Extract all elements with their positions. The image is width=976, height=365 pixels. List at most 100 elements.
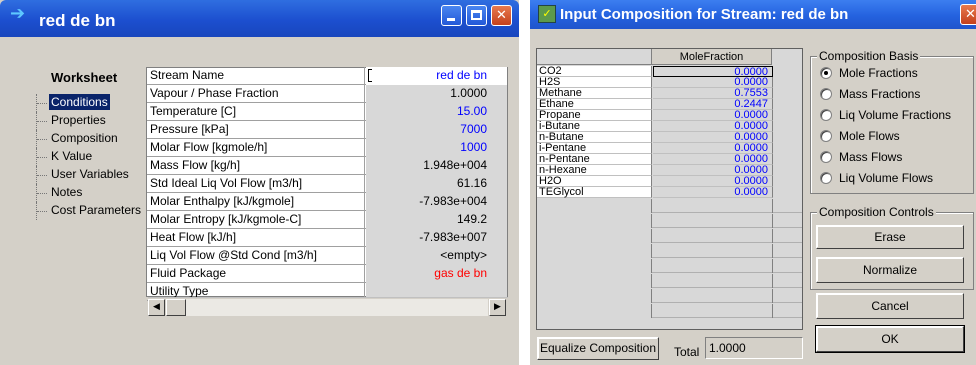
nav-item-label: Properties — [51, 113, 106, 127]
empty-grid-row — [537, 214, 802, 228]
radio-button-icon[interactable] — [820, 67, 832, 79]
grid-row-value[interactable]: -7.983e+004 — [366, 193, 507, 211]
empty-name-cell — [537, 274, 652, 288]
grid-row-label: Temperature [C] — [147, 103, 365, 121]
scroll-right-button[interactable]: ▶ — [489, 299, 506, 316]
component-row-teglycol: TEGlycol 0.0000 — [537, 187, 802, 198]
scroll-track[interactable] — [166, 299, 488, 316]
basis-option-label: Mass Flows — [839, 150, 903, 164]
nav-item-k-value[interactable]: K Value — [28, 148, 150, 166]
grid-row-label: Heat Flow [kJ/h] — [147, 229, 365, 247]
basis-option-label: Liq Volume Fractions — [839, 108, 952, 122]
radio-button-icon[interactable] — [820, 130, 832, 142]
grid-row-value[interactable]: 7000 — [366, 121, 507, 139]
horizontal-scrollbar[interactable]: ◀ ▶ — [148, 297, 508, 316]
close-icon: ✕ — [496, 8, 507, 23]
empty-name-cell — [537, 244, 652, 258]
nav-item-composition[interactable]: Composition — [28, 130, 150, 148]
grid-row-label: Mass Flow [kg/h] — [147, 157, 365, 175]
empty-value-cell — [653, 214, 773, 228]
composition-basis-title: Composition Basis — [817, 49, 921, 63]
empty-grid-row — [537, 199, 802, 213]
grid-row-liq-vol-flow-std-cond-m3-h: Liq Vol Flow @Std Cond [m3/h] <empty> — [147, 247, 507, 265]
component-column-header — [537, 49, 652, 65]
basis-option-label: Mass Fractions — [839, 87, 921, 101]
maximize-button[interactable] — [466, 5, 487, 26]
empty-grid-row — [537, 244, 802, 258]
scroll-thumb[interactable] — [166, 299, 186, 316]
grid-row-value[interactable]: red de bn — [366, 67, 507, 85]
empty-name-cell — [537, 304, 652, 318]
empty-grid-row — [537, 259, 802, 273]
erase-button[interactable]: Erase — [816, 225, 964, 249]
grid-row-label: Fluid Package — [147, 265, 365, 283]
close-button[interactable]: ✕ — [960, 4, 976, 25]
grid-row-molar-flow-kgmole-h: Molar Flow [kgmole/h] 1000 — [147, 139, 507, 157]
composition-app-icon: ✓ — [538, 5, 556, 23]
grid-row-value[interactable]: 1.948e+004 — [366, 157, 507, 175]
empty-value-cell — [653, 259, 773, 273]
empty-name-cell — [537, 289, 652, 303]
minimize-icon — [447, 18, 455, 21]
cell-edit-cursor — [368, 69, 372, 82]
nav-item-label: Cost Parameters — [51, 203, 142, 217]
normalize-button[interactable]: Normalize — [816, 257, 964, 283]
basis-option-label: Mole Flows — [839, 129, 900, 143]
nav-item-label: K Value — [51, 149, 93, 163]
window-title: Input Composition for Stream: red de bn — [560, 6, 849, 23]
empty-name-cell — [537, 214, 652, 228]
grid-row-value[interactable]: 149.2 — [366, 211, 507, 229]
tree-branch-line — [36, 130, 48, 148]
total-value-field: 1.0000 — [705, 337, 803, 359]
ok-button[interactable]: OK — [815, 325, 965, 353]
tree-branch-line — [36, 112, 48, 130]
nav-item-notes[interactable]: Notes — [28, 184, 150, 202]
scroll-left-button[interactable]: ◀ — [148, 299, 165, 316]
radio-button-icon[interactable] — [820, 172, 832, 184]
nav-item-label: Conditions — [49, 94, 110, 110]
empty-name-cell — [537, 229, 652, 243]
empty-grid-row — [537, 274, 802, 288]
grid-row-value[interactable]: <empty> — [366, 247, 507, 265]
nav-item-label: User Variables — [51, 167, 129, 181]
radio-button-icon[interactable] — [820, 88, 832, 100]
molefraction-column-header: MoleFraction — [652, 49, 772, 65]
grid-row-value[interactable]: 1.0000 — [366, 85, 507, 103]
grid-row-label: Molar Flow [kgmole/h] — [147, 139, 365, 157]
mole-fraction-cell[interactable]: 0.0000 — [653, 187, 773, 198]
radio-button-icon[interactable] — [820, 151, 832, 163]
cancel-button[interactable]: Cancel — [816, 293, 964, 319]
stream-arrow-icon: ➔ — [10, 3, 26, 24]
empty-value-cell — [653, 274, 773, 288]
tree-branch-line — [36, 94, 48, 112]
nav-item-conditions[interactable]: Conditions — [28, 94, 150, 112]
nav-item-user-variables[interactable]: User Variables — [28, 166, 150, 184]
nav-item-properties[interactable]: Properties — [28, 112, 150, 130]
minimize-button[interactable] — [441, 5, 462, 26]
empty-grid-row — [537, 304, 802, 318]
conditions-grid: Stream Name red de bn Vapour / Phase Fract… — [146, 67, 508, 301]
equalize-composition-button[interactable]: Equalize Composition — [537, 337, 659, 360]
nav-item-cost-parameters[interactable]: Cost Parameters — [28, 202, 150, 220]
composition-grid: MoleFraction CO2 0.0000 H2S 0.0000 Methane 0.… — [536, 48, 803, 330]
grid-row-value[interactable]: 1000 — [366, 139, 507, 157]
grid-row-label: Std Ideal Liq Vol Flow [m3/h] — [147, 175, 365, 193]
worksheet-heading: Worksheet — [51, 70, 118, 85]
grid-row-value[interactable]: 61.16 — [366, 175, 507, 193]
grid-row-heat-flow-kj-h: Heat Flow [kJ/h] -7.983e+007 — [147, 229, 507, 247]
title-bar[interactable]: ✓ Input Composition for Stream: red de b… — [530, 0, 976, 29]
empty-grid-row — [537, 289, 802, 303]
grid-row-molar-entropy-kj-kgmole-c: Molar Entropy [kJ/kgmole-C] 149.2 — [147, 211, 507, 229]
grid-row-value[interactable]: -7.983e+007 — [366, 229, 507, 247]
close-button[interactable]: ✕ — [491, 5, 512, 26]
maximize-icon — [471, 10, 482, 20]
empty-value-cell — [653, 229, 773, 243]
title-bar[interactable]: ➔ red de bn ✕ — [0, 0, 519, 37]
tree-branch-line — [36, 202, 48, 220]
nav-item-label: Composition — [51, 131, 118, 145]
grid-row-value[interactable]: 15.00 — [366, 103, 507, 121]
radio-button-icon[interactable] — [820, 109, 832, 121]
grid-row-value[interactable]: gas de bn — [366, 265, 507, 283]
empty-name-cell — [537, 259, 652, 273]
composition-basis-group: Composition Basis Mole Fractions Mass Fra… — [810, 49, 974, 194]
